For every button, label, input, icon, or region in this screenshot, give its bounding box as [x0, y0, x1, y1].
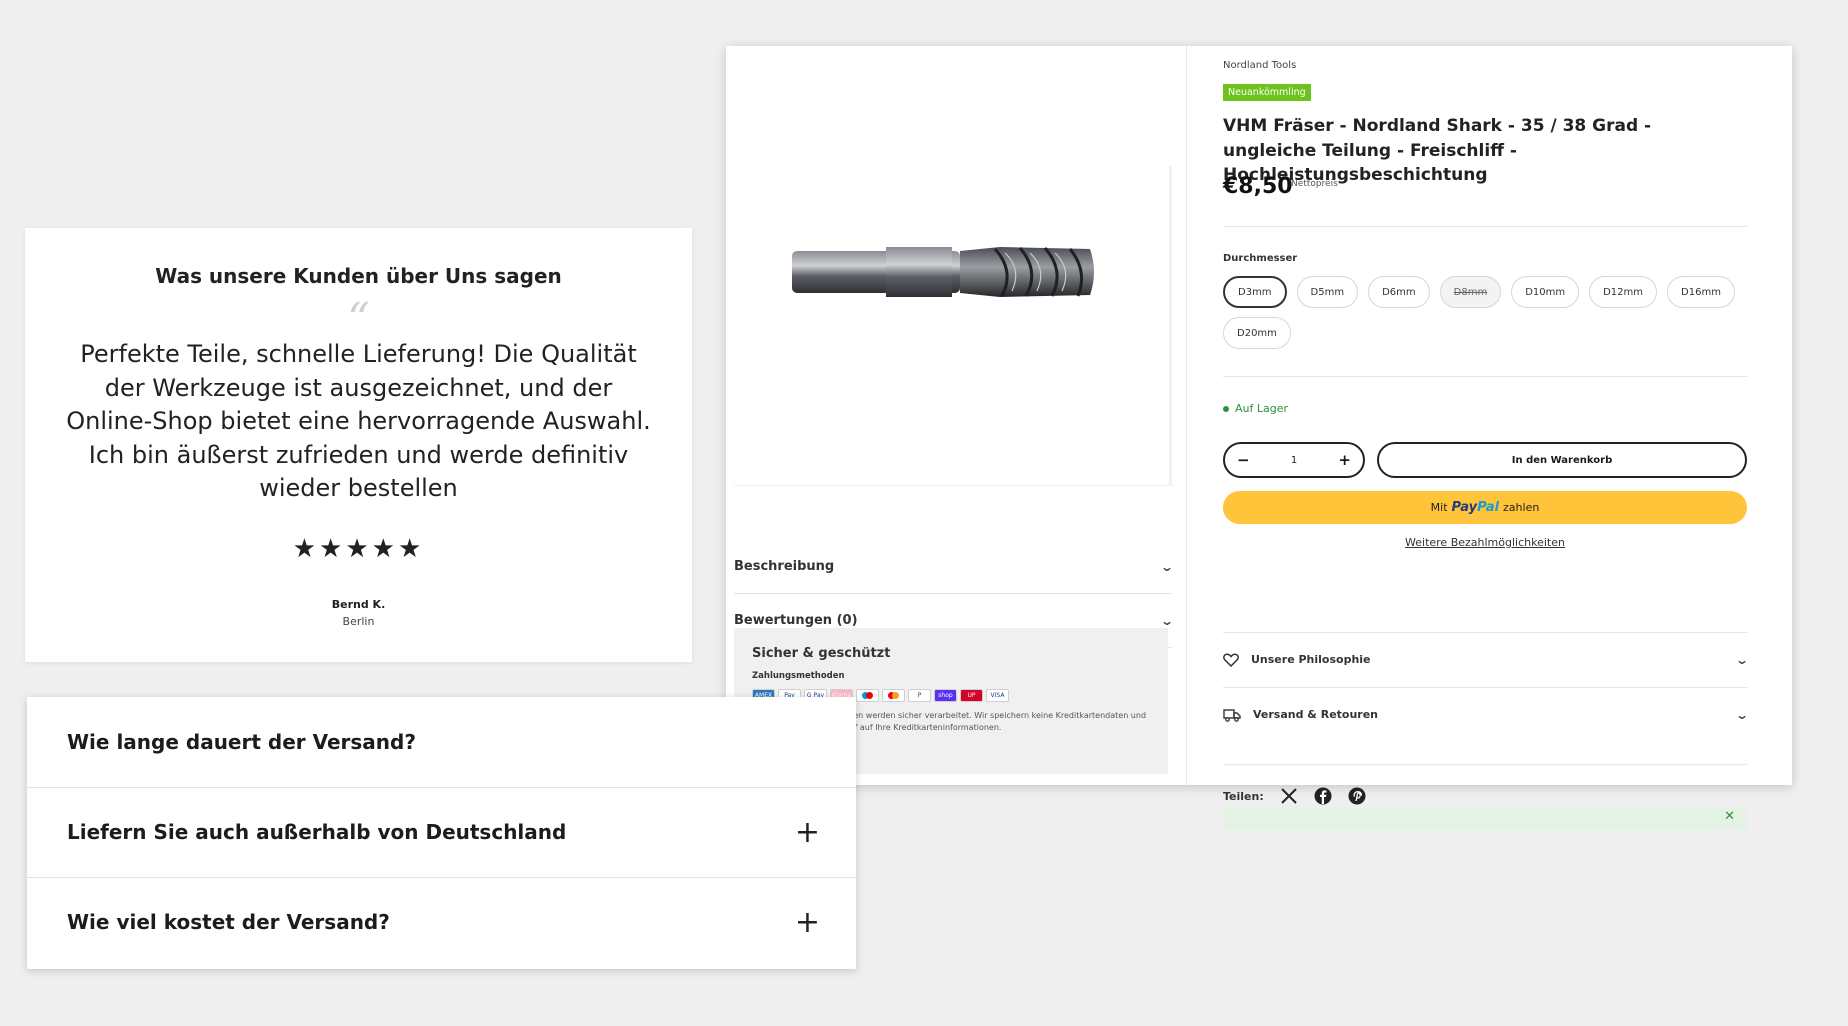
mastercard-icon: [882, 689, 905, 702]
faq-question: Liefern Sie auch außerhalb von Deutschla…: [67, 820, 567, 844]
faq-question: Wie viel kostet der Versand?: [67, 910, 390, 934]
pinterest-icon[interactable]: [1348, 787, 1366, 805]
brand-name[interactable]: Nordland Tools: [1223, 60, 1296, 71]
chevron-down-icon: ⌄: [1159, 559, 1175, 574]
faq-item[interactable]: Wie viel kostet der Versand? +: [27, 877, 856, 966]
option-chip-d12mm[interactable]: D12mm: [1589, 276, 1658, 308]
option-chip-d20mm[interactable]: D20mm: [1223, 317, 1291, 349]
star-rating-icon: ★★★★★: [292, 533, 425, 564]
accordion-shipping[interactable]: Versand & Retouren ⌄: [1223, 687, 1750, 741]
column-divider: [1186, 46, 1187, 785]
chevron-down-icon: ⌄: [1734, 707, 1750, 722]
accordion-philosophy-label: Unsere Philosophie: [1251, 653, 1371, 666]
minus-icon[interactable]: −: [1237, 451, 1250, 469]
faq-question: Wie lange dauert der Versand?: [67, 729, 416, 754]
divider: [1223, 226, 1747, 227]
accordion-description[interactable]: Beschreibung ⌄: [734, 540, 1175, 594]
truck-icon: [1223, 708, 1241, 722]
quote-icon: “: [347, 294, 370, 345]
option-chip-d16mm[interactable]: D16mm: [1667, 276, 1735, 308]
visa-icon: VISA: [986, 689, 1009, 702]
plus-icon[interactable]: +: [795, 815, 820, 850]
divider: [1223, 376, 1747, 377]
chevron-down-icon: ⌄: [1734, 652, 1750, 667]
paypal-button[interactable]: Mit PayPal zahlen: [1223, 491, 1747, 524]
option-chip-d10mm[interactable]: D10mm: [1511, 276, 1580, 308]
product-left-column: Beschreibung ⌄ Bewertungen (0) ⌄ Sicher …: [726, 46, 1186, 785]
paypal-prefix: Mit: [1430, 501, 1448, 514]
diameter-options: D3mm D5mm D6mm D8mm D10mm D12mm D16mm D20mm: [1223, 276, 1743, 349]
reviewer-name: Bernd K.: [331, 597, 386, 611]
accordion-shipping-label: Versand & Retouren: [1253, 708, 1379, 721]
in-stock-dot-icon: [1223, 405, 1229, 412]
shop-pay-icon: shop: [934, 689, 957, 702]
stock-status: Auf Lager: [1223, 402, 1288, 415]
more-payment-options-link[interactable]: Weitere Bezahlmöglichkeiten: [1223, 536, 1747, 549]
faq-card: Wie lange dauert der Versand? Liefern Si…: [27, 697, 856, 969]
notice-bar: ✕: [1223, 808, 1747, 830]
close-icon[interactable]: ✕: [1724, 809, 1735, 824]
product-panel: Beschreibung ⌄ Bewertungen (0) ⌄ Sicher …: [726, 46, 1792, 830]
end-mill-image: [792, 247, 1094, 297]
faq-item[interactable]: Wie lange dauert der Versand?: [27, 697, 856, 786]
share-row: Teilen:: [1223, 764, 1747, 805]
product-info: Nordland Tools Neuankömmling VHM Fräser …: [1223, 46, 1753, 830]
heart-icon: [1223, 653, 1239, 667]
union-pay-icon: UP: [960, 689, 983, 702]
accordion-description-label: Beschreibung: [734, 559, 835, 574]
facebook-icon[interactable]: [1314, 787, 1332, 805]
option-chip-d8mm[interactable]: D8mm: [1439, 276, 1502, 308]
testimonial-text: Perfekte Teile, schnelle Lieferung! Die …: [66, 340, 651, 503]
chevron-down-icon: ⌄: [1159, 613, 1175, 628]
add-to-cart-button[interactable]: In den Warenkorb: [1377, 442, 1747, 478]
option-chip-d3mm[interactable]: D3mm: [1223, 276, 1287, 308]
x-twitter-icon[interactable]: [1280, 787, 1298, 805]
price-note: Nettopreis: [1291, 179, 1338, 189]
accordion-reviews-label: Bewertungen (0): [734, 613, 858, 628]
stock-label: Auf Lager: [1235, 402, 1289, 415]
plus-icon[interactable]: +: [795, 905, 820, 940]
paypal-icon: P: [908, 689, 931, 702]
plus-icon[interactable]: +: [1338, 451, 1351, 469]
reviewer-location: Berlin: [342, 614, 375, 628]
paypal-logo-icon: PayPal: [1451, 500, 1500, 515]
accordion-philosophy[interactable]: Unsere Philosophie ⌄: [1223, 632, 1750, 686]
new-badge: Neuankömmling: [1223, 84, 1311, 101]
faq-item[interactable]: Liefern Sie auch außerhalb von Deutschla…: [27, 787, 856, 876]
testimonial-card: Was unsere Kunden über Uns sagen “ Perfe…: [25, 228, 692, 662]
product-price: €8,50: [1223, 174, 1293, 199]
payment-methods-label: Zahlungsmethoden: [752, 671, 845, 681]
share-label: Teilen:: [1223, 789, 1264, 803]
paypal-suffix: zahlen: [1503, 501, 1540, 514]
product-title: VHM Fräser - Nordland Shark - 35 / 38 Gr…: [1223, 116, 1652, 186]
option-chip-d5mm[interactable]: D5mm: [1296, 276, 1359, 308]
quantity-stepper[interactable]: − 1 +: [1223, 442, 1365, 478]
maestro-icon: [856, 689, 879, 702]
option-chip-d6mm[interactable]: D6mm: [1368, 276, 1430, 308]
quantity-value[interactable]: 1: [1291, 455, 1297, 466]
option-label: Durchmesser: [1223, 253, 1298, 264]
testimonial-heading: Was unsere Kunden über Uns sagen: [155, 264, 562, 288]
product-image[interactable]: [734, 46, 1174, 486]
secure-title: Sicher & geschützt: [752, 646, 891, 661]
